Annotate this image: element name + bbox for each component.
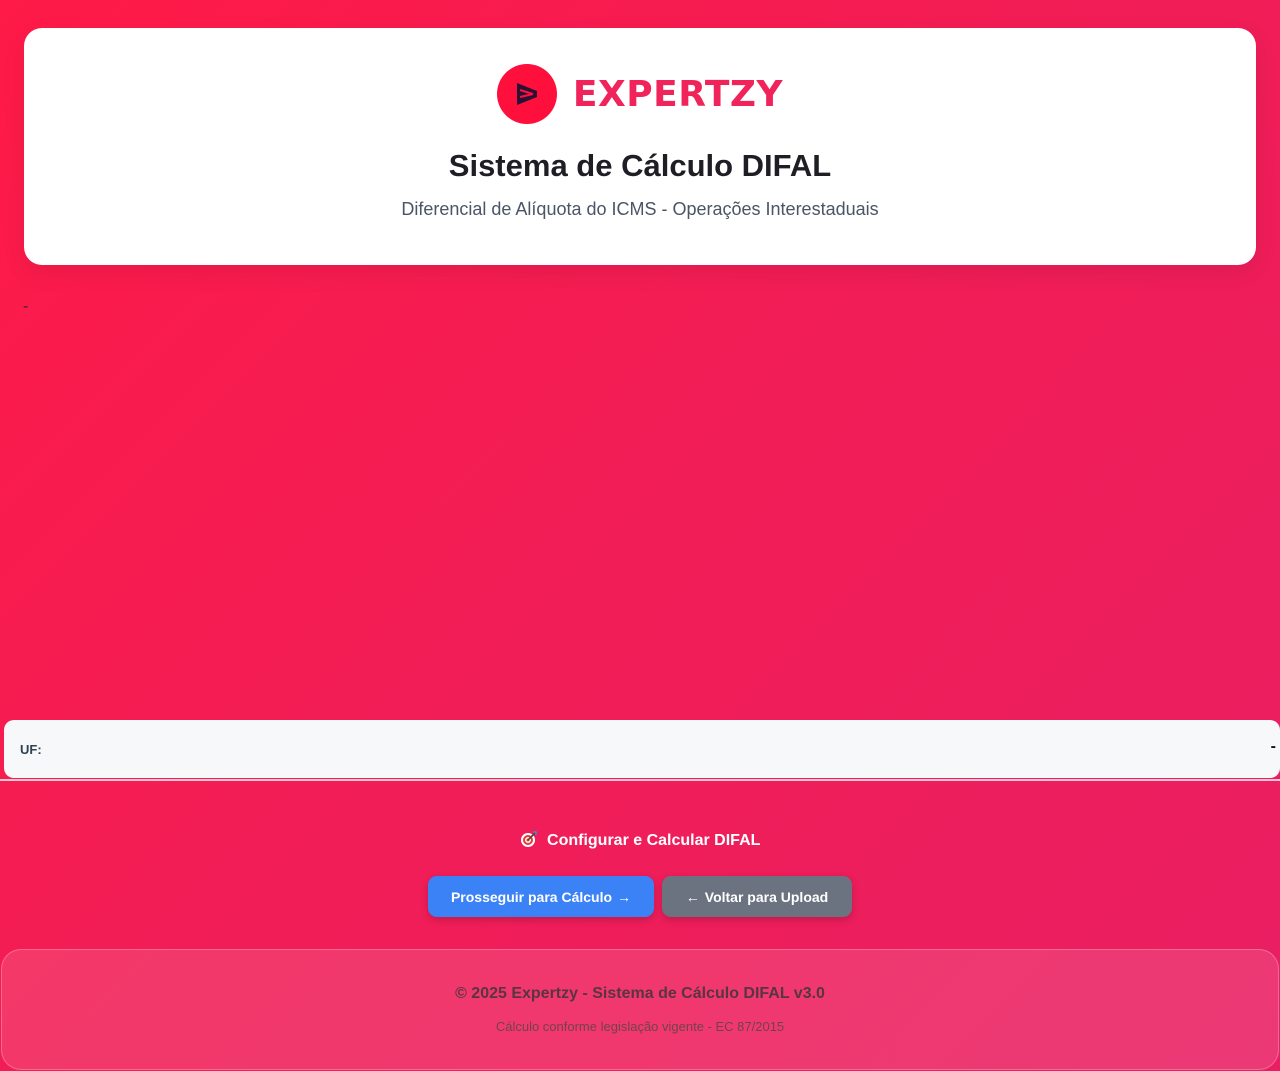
proceed-button-label: Prosseguir para Cálculo — [450, 888, 613, 905]
page-subtitle: Diferencial de Alíquota do ICMS - Operaç… — [401, 199, 879, 219]
logo — [496, 64, 557, 124]
footer: © 2025 Expertzy - Sistema de Cálculo DIF… — [1, 949, 1279, 1070]
divider — [0, 779, 1280, 781]
proceed-to-calculation-button[interactable]: Prosseguir para Cálculo → — [428, 876, 654, 917]
uf-label: UF: — [20, 741, 42, 757]
uf-panel: UF: - — [4, 720, 1280, 778]
brand-name: EXPERTZY — [572, 73, 784, 115]
target-icon — [520, 831, 537, 847]
play-bars-icon — [516, 83, 537, 105]
footer-copyright: © 2025 Expertzy - Sistema de Cálculo DIF… — [455, 985, 825, 1002]
config-heading-text: Configurar e Calcular DIFAL — [547, 832, 761, 849]
footer-legal-note: Cálculo conforme legislação vigente - EC… — [495, 1019, 785, 1034]
uf-value: - — [1270, 738, 1276, 755]
page-title: Sistema de Cálculo DIFAL — [448, 148, 832, 183]
action-buttons: Prosseguir para Cálculo → ← Voltar para … — [0, 876, 1280, 917]
brand: EXPERTZY — [24, 64, 1256, 124]
arrow-left-icon: ← — [685, 888, 700, 905]
arrow-right-icon: → — [617, 888, 632, 905]
back-to-upload-button[interactable]: ← Voltar para Upload — [662, 876, 852, 917]
config-heading: Configurar e Calcular DIFAL — [0, 830, 1280, 850]
empty-value-placeholder: - — [23, 298, 29, 315]
back-button-label: Voltar para Upload — [704, 888, 829, 905]
header-card: EXPERTZY Sistema de Cálculo DIFAL Difere… — [24, 28, 1256, 265]
